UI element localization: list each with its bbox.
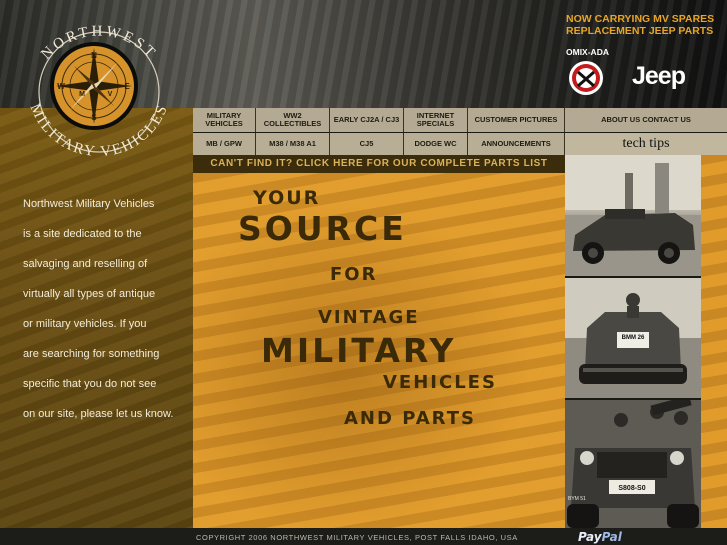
nav-m38-m38a1[interactable]: M38 / M38 A1 [256, 133, 330, 155]
hero-slogan-panel: YOUR SOURCE FOR VINTAGE MILITARY VEHICLE… [193, 173, 565, 528]
slogan-source: SOURCE [238, 209, 407, 248]
nav-about-contact[interactable]: ABOUT US CONTACT US [565, 108, 727, 132]
slogan-your: YOUR [253, 187, 321, 209]
photo-caption-text: BYM 51 [568, 496, 586, 502]
description-line: on our site, please let us know. [23, 408, 174, 420]
description-line: Northwest Military Vehicles [23, 198, 155, 210]
compass-e: E [124, 82, 130, 91]
compass-s: S [91, 113, 97, 122]
compass-n: N [91, 51, 97, 60]
nav-customer-pictures[interactable]: CUSTOMER PICTURES [468, 108, 565, 132]
paypal-logo[interactable]: PayPal [578, 530, 622, 544]
photo-dodge-truck[interactable] [565, 155, 701, 276]
description-line: salvaging and reselling of [23, 258, 148, 270]
compass-v: V [108, 91, 113, 98]
description-line: are searching for something [23, 348, 160, 360]
compass-w: W [57, 82, 65, 91]
nav-announcements[interactable]: ANNOUNCEMENTS [468, 133, 565, 155]
nav-military-vehicles[interactable]: MILITARY VEHICLES [193, 108, 256, 132]
parts-list-link[interactable]: CAN'T FIND IT? CLICK HERE FOR OUR COMPLE… [193, 155, 565, 173]
nav-internet-specials[interactable]: INTERNET SPECIALS [404, 108, 468, 132]
promo-line-2: REPLACEMENT JEEP PARTS [566, 25, 714, 37]
omix-ada-label: OMIX-ADA [566, 47, 609, 57]
description-line: specific that you do not see [23, 378, 157, 390]
nav-mb-gpw[interactable]: MB / GPW [193, 133, 256, 155]
nav-dodge-wc[interactable]: DODGE WC [404, 133, 468, 155]
nav-cj5[interactable]: CJ5 [330, 133, 404, 155]
plate-text-1: BMM 26 [622, 335, 645, 341]
copyright-text: COPYRIGHT 2006 NORTHWEST MILITARY VEHICL… [196, 533, 518, 542]
slogan-vehicles: VEHICLES [383, 372, 497, 393]
compass-m: M [79, 91, 85, 98]
photo-tracked-vehicle[interactable]: BMM 26 [565, 278, 701, 398]
slogan-for: FOR [330, 264, 378, 285]
site-description: Northwest Military Vehicles is a site de… [23, 189, 191, 429]
right-orange-strip [701, 155, 727, 528]
nav-row-top: MILITARY VEHICLES WW2 COLLECTIBLES EARLY… [193, 108, 727, 132]
paypal-pal: Pal [601, 530, 622, 544]
jeep-logo[interactable]: Jeep [632, 62, 686, 91]
photo-jeep-soldiers[interactable]: S808-S0 BYM 51 [565, 400, 701, 528]
omix-ada-logo-icon[interactable] [567, 60, 605, 96]
description-line: or military vehicles. If you [23, 318, 147, 330]
nav-row-bottom: MB / GPW M38 / M38 A1 CJ5 DODGE WC ANNOU… [193, 133, 727, 155]
promo-line-1: NOW CARRYING MV SPARES [566, 13, 715, 25]
slogan-military: MILITARY [261, 331, 457, 370]
main-nav: MILITARY VEHICLES WW2 COLLECTIBLES EARLY… [193, 108, 727, 155]
nav-tech-tips[interactable]: tech tips [565, 133, 727, 155]
slogan-vintage: VINTAGE [318, 307, 420, 328]
description-line: is a site dedicated to the [23, 228, 142, 240]
nmv-compass-logo[interactable]: N E W S V M NORTHWEST MILITARY VEHICLES [14, 0, 184, 160]
slogan-and-parts: AND PARTS [344, 408, 476, 429]
plate-text-2: S808-S0 [618, 485, 645, 492]
nav-ww2-collectibles[interactable]: WW2 COLLECTIBLES [256, 108, 330, 132]
paypal-pay: Pay [578, 530, 602, 544]
description-line: virtually all types of antique [23, 288, 156, 300]
nav-early-cj2a-cj3[interactable]: EARLY CJ2A / CJ3 [330, 108, 404, 132]
vehicle-photos-column: BMM 26 S808-S0 BYM 51 [565, 155, 701, 528]
